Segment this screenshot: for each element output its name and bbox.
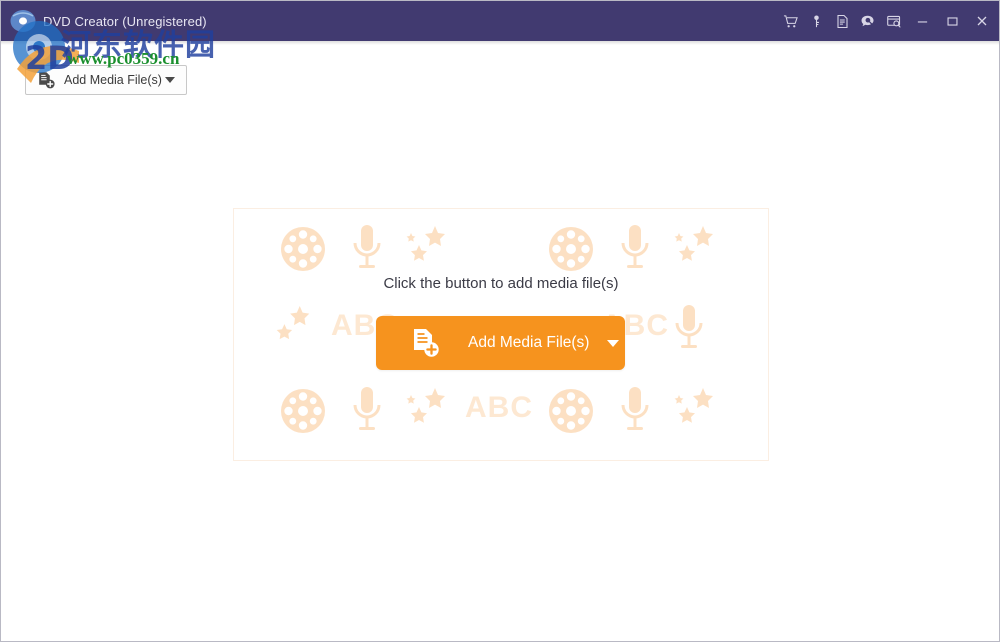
chat-icon[interactable] (855, 8, 881, 34)
title-bar: DVD Creator (Unregistered) (1, 1, 999, 41)
close-icon[interactable] (967, 8, 997, 34)
add-media-cta-button[interactable]: Add Media File(s) (376, 316, 625, 370)
key-icon[interactable] (803, 8, 829, 34)
dvd-creator-window: DVD Creator (Unregistered) Add Media Fil… (0, 0, 1000, 642)
add-media-cta-label: Add Media File(s) (468, 334, 590, 351)
drop-hint-label: Click the button to add media file(s) (383, 275, 619, 292)
settings-bar: Disc Type DVD-5 (4.7G) Aspect Ratio: 16:… (1, 555, 999, 641)
media-drop-area[interactable]: ABC ABC ABC Click the button to add medi… (1, 97, 999, 555)
maximize-icon[interactable] (937, 8, 967, 34)
cart-icon[interactable] (777, 8, 803, 34)
chevron-down-icon[interactable] (607, 339, 620, 347)
app-logo-icon (9, 7, 37, 35)
chevron-down-icon[interactable] (165, 77, 175, 83)
add-media-button[interactable]: Add Media File(s) (25, 65, 187, 95)
feedback-icon[interactable] (881, 8, 907, 34)
add-media-button-label: Add Media File(s) (64, 73, 162, 87)
add-file-icon (410, 327, 440, 359)
document-icon[interactable] (829, 8, 855, 34)
window-title: DVD Creator (Unregistered) (43, 13, 207, 29)
minimize-icon[interactable] (907, 8, 937, 34)
titlebar-controls (777, 8, 997, 34)
add-file-icon (36, 70, 56, 90)
toolbar: Add Media File(s) (1, 45, 999, 97)
